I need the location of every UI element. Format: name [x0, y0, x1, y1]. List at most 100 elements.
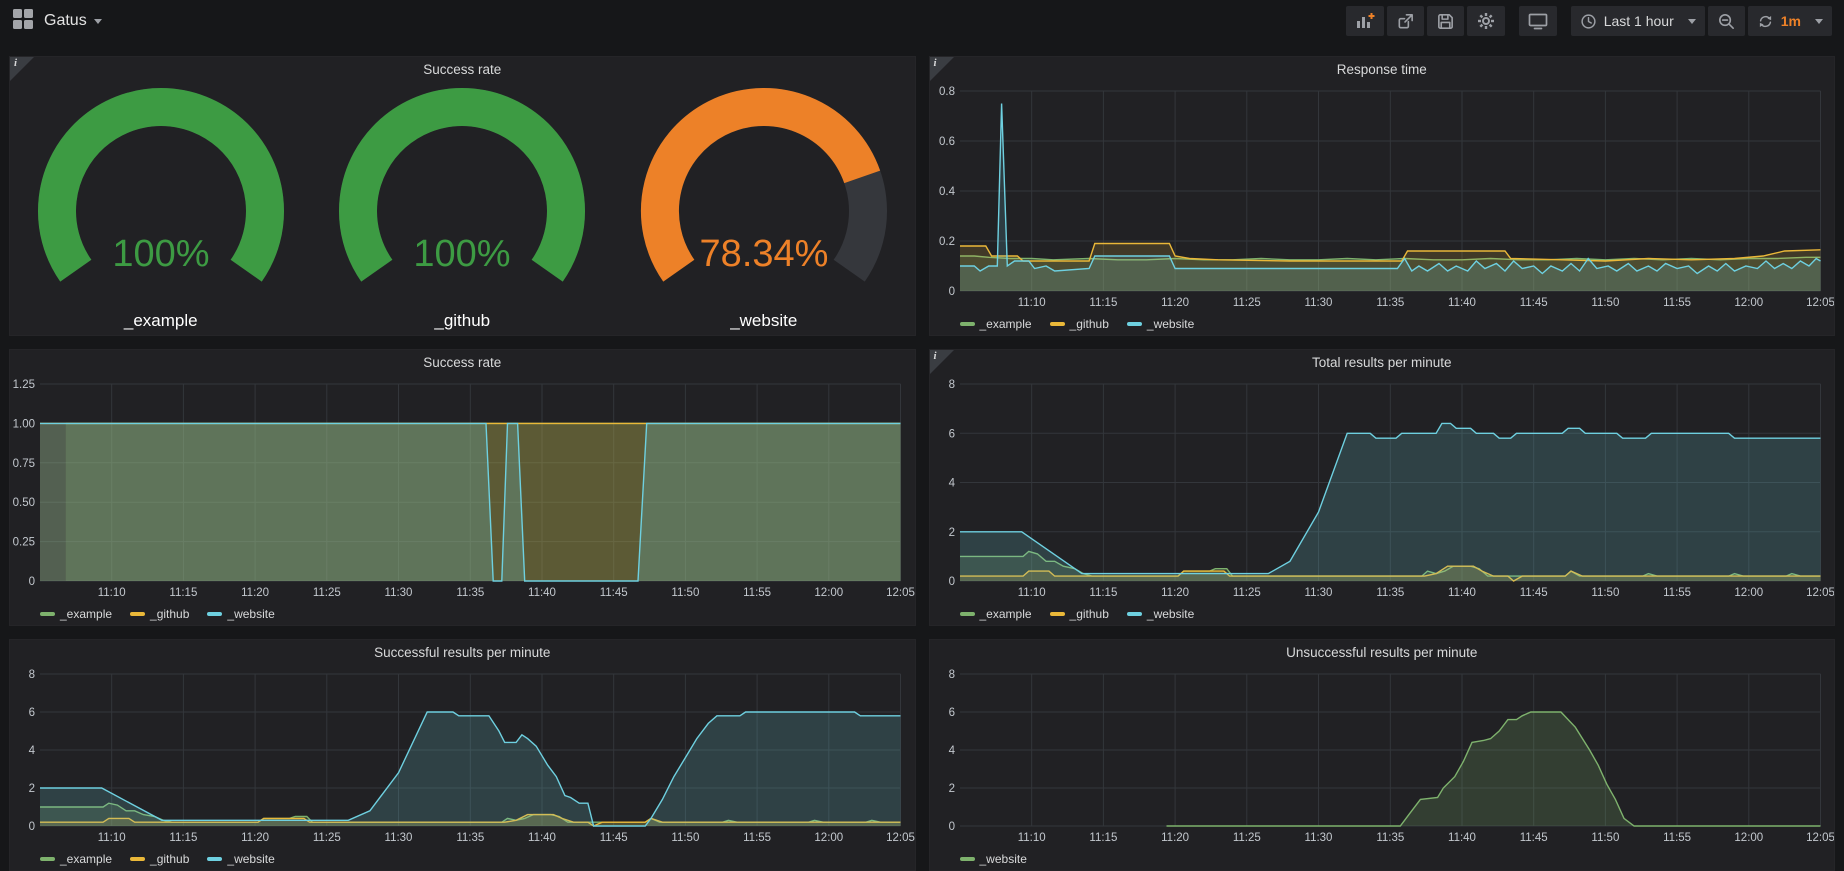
svg-text:6: 6 [948, 428, 954, 440]
chevron-down-icon [1688, 19, 1696, 24]
svg-text:12:00: 12:00 [814, 832, 843, 844]
svg-text:12:05: 12:05 [886, 832, 914, 844]
time-range-label: Last 1 hour [1604, 13, 1674, 29]
svg-text:8: 8 [948, 379, 954, 391]
panel-info-icon[interactable]: i [930, 350, 954, 374]
save-button[interactable] [1427, 6, 1464, 36]
svg-text:11:55: 11:55 [1663, 297, 1691, 309]
svg-text:11:40: 11:40 [1448, 297, 1476, 309]
legend-item-_example[interactable]: _example [40, 852, 112, 866]
svg-text:0.50: 0.50 [13, 497, 35, 509]
refresh-picker[interactable]: 1m [1748, 6, 1832, 36]
legend-item-_github[interactable]: _github [130, 852, 189, 866]
svg-text:11:35: 11:35 [456, 832, 484, 844]
svg-text:11:20: 11:20 [241, 832, 269, 844]
svg-text:0.4: 0.4 [939, 186, 956, 198]
panel-info-icon[interactable]: i [10, 57, 34, 81]
zoom-out-button[interactable] [1708, 6, 1745, 36]
svg-text:11:15: 11:15 [1089, 832, 1117, 844]
panel-title[interactable]: Success rate [10, 57, 915, 83]
save-icon [1436, 12, 1455, 31]
legend-swatch [1127, 322, 1142, 326]
legend-label: _github [150, 852, 189, 866]
panel-title[interactable]: Response time [930, 57, 1835, 83]
svg-text:4: 4 [29, 745, 36, 757]
legend-item-_website[interactable]: _website [960, 852, 1027, 866]
svg-text:11:45: 11:45 [1519, 297, 1547, 309]
svg-text:11:15: 11:15 [1089, 587, 1117, 599]
legend-label: _example [60, 607, 112, 621]
svg-text:6: 6 [948, 707, 954, 719]
legend-swatch [1050, 612, 1065, 616]
svg-text:11:40: 11:40 [1448, 587, 1476, 599]
svg-text:11:35: 11:35 [1376, 587, 1404, 599]
success-rate-chart[interactable]: 11:1011:1511:2011:2511:3011:3511:4011:45… [10, 376, 915, 603]
svg-text:11:40: 11:40 [1448, 832, 1476, 844]
panel-total-results: i Total results per minute 11:10 11:15 11:… [929, 349, 1836, 626]
legend-item-_example[interactable]: _example [40, 607, 112, 621]
svg-text:12:05: 12:05 [1806, 587, 1834, 599]
gauge-_website: 78.34%_website [614, 83, 914, 333]
svg-text:11:15: 11:15 [169, 832, 197, 844]
svg-text:12:05: 12:05 [1806, 832, 1834, 844]
svg-text:11:45: 11:45 [600, 832, 628, 844]
gauge-label: _github [312, 309, 612, 333]
legend-swatch [960, 612, 975, 616]
refresh-icon [1757, 13, 1774, 30]
svg-text:11:40: 11:40 [528, 832, 556, 844]
total-results-chart[interactable]: 11:1011:1511:2011:2511:3011:3511:4011:45… [930, 376, 1835, 603]
chart-legend: _example _github _website [10, 603, 915, 625]
legend-item-_example[interactable]: _example [960, 317, 1032, 331]
legend-item-_website[interactable]: _website [1127, 607, 1194, 621]
tv-mode-icon [1528, 11, 1548, 31]
svg-text:11:35: 11:35 [1376, 297, 1404, 309]
panel-title[interactable]: Unsuccessful results per minute [930, 640, 1835, 666]
legend-item-_website[interactable]: _website [1127, 317, 1194, 331]
legend-item-_github[interactable]: _github [130, 607, 189, 621]
successful-results-chart[interactable]: 11:1011:1511:2011:2511:3011:3511:4011:45… [10, 666, 915, 848]
add-panel-button[interactable] [1346, 6, 1384, 36]
dashboard-title[interactable]: Gatus [44, 12, 102, 30]
panel-success-rate-gauges: i Success rate 100%_example100%_github78… [9, 56, 916, 336]
svg-text:2: 2 [29, 783, 35, 795]
chart-legend: _website [930, 848, 1835, 870]
svg-text:11:20: 11:20 [241, 587, 269, 599]
svg-text:11:10: 11:10 [1017, 587, 1045, 599]
chart-legend: _example _github _website [10, 848, 915, 870]
share-icon [1396, 12, 1415, 31]
panel-title[interactable]: Total results per minute [930, 350, 1835, 376]
svg-text:11:40: 11:40 [528, 587, 556, 599]
panel-title[interactable]: Successful results per minute [10, 640, 915, 666]
panel-info-icon[interactable]: i [930, 57, 954, 81]
apps-grid-icon[interactable] [12, 8, 34, 35]
legend-item-_example[interactable]: _example [960, 607, 1032, 621]
svg-text:0.8: 0.8 [939, 86, 955, 98]
svg-text:0: 0 [948, 576, 954, 588]
share-button[interactable] [1387, 6, 1424, 36]
svg-text:4: 4 [948, 745, 955, 757]
svg-text:6: 6 [29, 707, 35, 719]
unsuccessful-results-chart[interactable]: 11:1011:1511:2011:2511:3011:3511:4011:45… [930, 666, 1835, 848]
gauge-label: _example [11, 309, 311, 333]
svg-text:11:30: 11:30 [1304, 587, 1332, 599]
settings-button[interactable] [1467, 6, 1505, 36]
svg-text:11:55: 11:55 [1663, 587, 1691, 599]
gauge-_github: 100%_github [312, 83, 612, 333]
legend-item-_website[interactable]: _website [207, 852, 274, 866]
legend-item-_github[interactable]: _github [1050, 607, 1109, 621]
legend-label: _website [227, 607, 274, 621]
svg-text:0: 0 [29, 821, 35, 833]
svg-text:12:00: 12:00 [814, 587, 843, 599]
svg-text:12:00: 12:00 [1734, 587, 1763, 599]
time-range-picker[interactable]: Last 1 hour [1571, 6, 1705, 36]
panel-title[interactable]: Success rate [10, 350, 915, 376]
tv-mode-button[interactable] [1519, 6, 1557, 36]
legend-item-_website[interactable]: _website [207, 607, 274, 621]
gauge-arc: 78.34% [614, 83, 914, 309]
svg-text:11:50: 11:50 [1591, 587, 1619, 599]
response-time-chart[interactable]: 11:1011:1511:2011:2511:3011:3511:4011:45… [930, 83, 1835, 313]
svg-text:1.25: 1.25 [13, 379, 35, 391]
svg-text:11:55: 11:55 [743, 832, 771, 844]
gauge-label: _website [614, 309, 914, 333]
legend-item-_github[interactable]: _github [1050, 317, 1109, 331]
